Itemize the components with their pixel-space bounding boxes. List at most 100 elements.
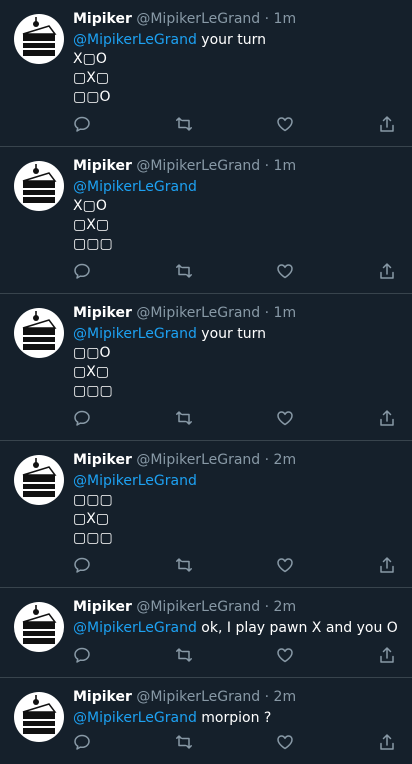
tweet[interactable]: Mipiker @MipikerLeGrand · 1m @MipikerLeG… (0, 147, 412, 294)
like-icon (277, 411, 293, 426)
tweet-message: morpion ? (201, 710, 272, 726)
retweet-button[interactable] (175, 115, 193, 133)
tweet-message: your turn (201, 326, 266, 342)
tweet-message: ok, I play pawn X and you O (201, 620, 398, 636)
retweet-icon (176, 117, 192, 131)
timestamp[interactable]: 1m (274, 305, 297, 321)
tweet-text: @MipikerLeGrand ok, I play pawn X and yo… (73, 619, 398, 638)
separator-dot: · (264, 305, 270, 321)
reply-icon (74, 557, 90, 573)
tweet[interactable]: Mipiker @MipikerLeGrand · 1m @MipikerLeG… (0, 0, 412, 147)
like-icon (277, 264, 293, 279)
retweet-button[interactable] (175, 262, 193, 280)
tweet-text: @MipikerLeGrand your turn ▢▢O ▢X▢ ▢▢▢ (73, 325, 266, 401)
board-row: X▢O (73, 198, 107, 214)
share-button[interactable] (378, 409, 396, 427)
tweet-actions (73, 646, 401, 664)
like-button[interactable] (276, 646, 294, 664)
tweet[interactable]: Mipiker @MipikerLeGrand · 1m @MipikerLeG… (0, 294, 412, 441)
board-row: ▢X▢ (73, 217, 110, 233)
avatar[interactable] (14, 692, 64, 742)
retweet-button[interactable] (175, 409, 193, 427)
timestamp[interactable]: 1m (274, 11, 297, 27)
tweet[interactable]: Mipiker @MipikerLeGrand · 2m @MipikerLeG… (0, 588, 412, 678)
timestamp[interactable]: 2m (274, 599, 297, 615)
retweet-button[interactable] (175, 733, 193, 751)
mention-link[interactable]: @MipikerLeGrand (73, 473, 197, 489)
tweet-header: Mipiker @MipikerLeGrand · 2m (73, 598, 296, 616)
retweet-button[interactable] (175, 556, 193, 574)
like-icon (277, 558, 293, 573)
separator-dot: · (264, 452, 270, 468)
display-name[interactable]: Mipiker (73, 452, 132, 468)
like-button[interactable] (276, 262, 294, 280)
tweet-first-line: @MipikerLeGrand your turn (73, 31, 266, 50)
like-button[interactable] (276, 115, 294, 133)
user-handle[interactable]: @MipikerLeGrand (136, 11, 260, 27)
like-icon (277, 735, 293, 750)
tweet-header: Mipiker @MipikerLeGrand · 1m (73, 157, 296, 175)
avatar[interactable] (14, 455, 64, 505)
share-icon (380, 263, 394, 279)
share-button[interactable] (378, 646, 396, 664)
display-name[interactable]: Mipiker (73, 599, 132, 615)
user-handle[interactable]: @MipikerLeGrand (136, 158, 260, 174)
tweet-header: Mipiker @MipikerLeGrand · 2m (73, 688, 296, 706)
display-name[interactable]: Mipiker (73, 158, 132, 174)
timestamp[interactable]: 1m (274, 158, 297, 174)
tweet-first-line: @MipikerLeGrand ok, I play pawn X and yo… (73, 619, 398, 638)
reply-button[interactable] (73, 115, 91, 133)
mention-link[interactable]: @MipikerLeGrand (73, 32, 197, 48)
reply-button[interactable] (73, 409, 91, 427)
share-button[interactable] (378, 733, 396, 751)
like-button[interactable] (276, 556, 294, 574)
like-icon (277, 117, 293, 132)
mention-link[interactable]: @MipikerLeGrand (73, 620, 197, 636)
tweet-first-line: @MipikerLeGrand morpion ? (73, 709, 271, 728)
display-name[interactable]: Mipiker (73, 305, 132, 321)
reply-button[interactable] (73, 646, 91, 664)
mention-link[interactable]: @MipikerLeGrand (73, 710, 197, 726)
display-name[interactable]: Mipiker (73, 689, 132, 705)
reply-icon (74, 734, 90, 750)
tweet-header: Mipiker @MipikerLeGrand · 2m (73, 451, 296, 469)
user-handle[interactable]: @MipikerLeGrand (136, 599, 260, 615)
timestamp[interactable]: 2m (274, 689, 297, 705)
retweet-icon (176, 264, 192, 278)
tweet-header: Mipiker @MipikerLeGrand · 1m (73, 10, 296, 28)
timestamp[interactable]: 2m (274, 452, 297, 468)
user-handle[interactable]: @MipikerLeGrand (136, 305, 260, 321)
display-name[interactable]: Mipiker (73, 11, 132, 27)
board-row: ▢▢▢ (73, 530, 113, 546)
user-handle[interactable]: @MipikerLeGrand (136, 452, 260, 468)
avatar[interactable] (14, 602, 64, 652)
share-button[interactable] (378, 115, 396, 133)
tweet-header: Mipiker @MipikerLeGrand · 1m (73, 304, 296, 322)
reply-icon (74, 116, 90, 132)
board-row: ▢▢▢ (73, 383, 113, 399)
mention-link[interactable]: @MipikerLeGrand (73, 179, 197, 195)
tweet-actions (73, 262, 401, 280)
tweet[interactable]: Mipiker @MipikerLeGrand · 2m @MipikerLeG… (0, 678, 412, 764)
share-button[interactable] (378, 262, 396, 280)
avatar[interactable] (14, 14, 64, 64)
reply-button[interactable] (73, 733, 91, 751)
like-button[interactable] (276, 733, 294, 751)
tweet-first-line: @MipikerLeGrand (73, 472, 197, 491)
avatar[interactable] (14, 161, 64, 211)
retweet-icon (176, 648, 192, 662)
board-row: X▢O (73, 51, 107, 67)
retweet-button[interactable] (175, 646, 193, 664)
mention-link[interactable]: @MipikerLeGrand (73, 326, 197, 342)
share-button[interactable] (378, 556, 396, 574)
avatar[interactable] (14, 308, 64, 358)
like-button[interactable] (276, 409, 294, 427)
reply-icon (74, 263, 90, 279)
tweet-first-line: @MipikerLeGrand (73, 178, 197, 197)
share-icon (380, 647, 394, 663)
tweet[interactable]: Mipiker @MipikerLeGrand · 2m @MipikerLeG… (0, 441, 412, 588)
reply-button[interactable] (73, 556, 91, 574)
user-handle[interactable]: @MipikerLeGrand (136, 689, 260, 705)
tweet-first-line: @MipikerLeGrand your turn (73, 325, 266, 344)
reply-button[interactable] (73, 262, 91, 280)
